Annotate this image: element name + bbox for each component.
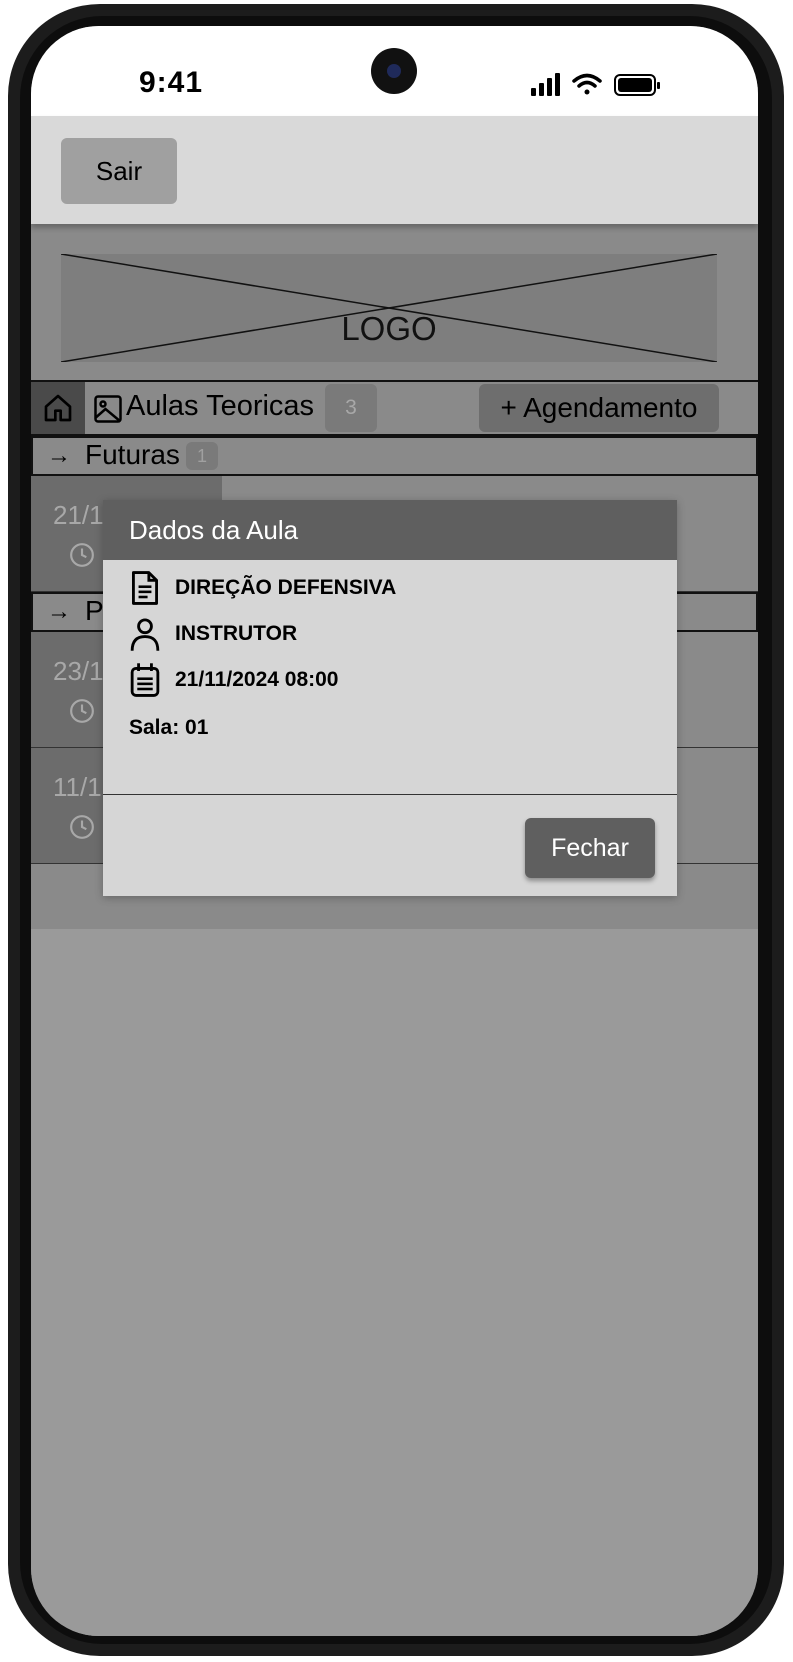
modal-header: Dados da Aula [103,500,677,560]
list-item-date: 21/1 [53,500,104,530]
wifi-icon [572,73,602,95]
modal-datetime: 21/11/2024 08:00 [175,668,339,691]
modal-datetime-line: 21/11/2024 08:00 [129,662,339,698]
document-icon [132,571,158,605]
add-schedule-button[interactable]: + Agendamento [479,384,719,432]
logout-button[interactable]: Sair [61,138,177,204]
logo-text: LOGO [341,310,437,347]
status-bar: 9:41 [31,26,758,116]
user-icon [130,618,160,651]
list-item-date: 11/1 [53,772,102,802]
modal-title: Dados da Aula [129,515,299,545]
tab-bar: Aulas Teoricas 3 + Agendamento [31,380,758,436]
arrow-right-icon: → [47,598,71,625]
modal-course: DIREÇÃO DEFENSIVA [175,576,397,599]
clock-icon [70,543,94,567]
status-icons [531,73,660,96]
tab-title[interactable]: Aulas Teoricas [126,390,314,423]
section-future-count: 1 [186,442,218,470]
front-camera [371,48,417,94]
top-bar: Sair [31,116,758,224]
home-icon [44,394,72,422]
section-past-label: P [85,595,104,626]
status-time: 9:41 [139,66,204,99]
app-screen: 9:41 Sair LOGO Aulas Teoricas 3 + Agenda… [31,26,758,1636]
modal-course-line: DIREÇÃO DEFENSIVA [129,570,396,606]
image-icon [94,395,122,423]
modal-room: Sala: 01 [129,716,209,739]
side-button-volume [774,244,782,406]
home-button[interactable] [31,382,85,434]
modal-instructor: INSTRUTOR [175,622,298,645]
side-button-power [774,508,782,604]
section-future[interactable]: → Futuras 1 [31,436,758,476]
tab-count-badge: 3 [325,384,377,432]
modal-divider [103,794,677,795]
close-button[interactable]: Fechar [525,818,655,878]
arrow-right-icon: → [47,442,71,469]
battery-icon [614,74,660,96]
class-details-modal: Dados da Aula DIREÇÃO DEFENSIVA INSTRUTO… [103,500,677,896]
modal-instructor-line: INSTRUTOR [129,616,297,652]
calendar-icon [130,663,160,697]
overlay-backdrop[interactable] [31,929,758,1636]
section-future-label: Futuras [85,439,180,470]
clock-icon [70,815,94,839]
clock-icon [70,699,94,723]
list-item-date: 23/1 [53,656,104,686]
logo-placeholder: LOGO [61,254,717,362]
signal-icon [531,73,560,96]
